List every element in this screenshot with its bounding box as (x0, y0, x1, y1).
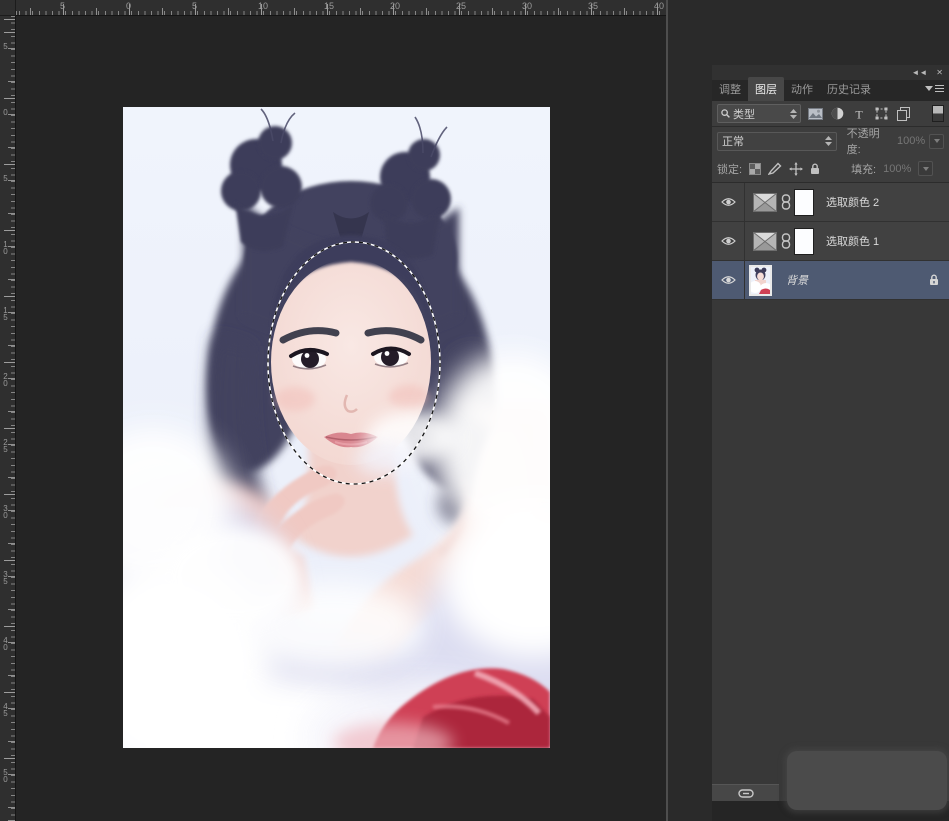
lock-all-icon[interactable] (810, 163, 820, 175)
layer-name[interactable]: 背景 (786, 272, 808, 288)
adjustment-layer-thumbnail[interactable] (753, 193, 777, 212)
mask-link-icon[interactable] (779, 194, 792, 210)
panel-menu-icon[interactable] (925, 85, 944, 92)
ruler-label: 30 (522, 1, 532, 11)
fill-dropdown-icon[interactable] (918, 161, 933, 176)
visibility-eye-icon[interactable] (712, 183, 745, 221)
layer-name[interactable]: 选取颜色 2 (826, 194, 879, 210)
svg-text:T: T (855, 108, 863, 120)
layer-filter-row: 类型 T (712, 101, 949, 127)
ruler-label: 40 (1, 636, 9, 650)
lock-position-icon[interactable] (789, 162, 803, 176)
ruler-label: 25 (456, 1, 466, 11)
close-panel-icon[interactable]: ✕ (936, 69, 943, 77)
spinner-arrows-icon (825, 136, 832, 146)
ruler-label: 0 (126, 1, 131, 11)
tab-layers[interactable]: 图层 (748, 77, 784, 101)
horizontal-ruler[interactable]: 5 0 5 10 15 20 25 30 35 40 (16, 0, 666, 16)
fill-label: 填充: (851, 161, 876, 177)
opacity-label: 不透明度: (847, 125, 893, 157)
ruler-major-ticks (16, 4, 666, 15)
filter-shape-layers-icon[interactable] (873, 106, 889, 122)
collapse-panel-icon[interactable]: ◄◄ (911, 69, 927, 77)
ruler-label: 15 (1, 306, 9, 320)
canvas-image[interactable] (123, 107, 550, 748)
blend-mode-row: 正常 不透明度: 100% (712, 127, 949, 155)
ruler-label: 30 (1, 504, 9, 518)
ruler-label: 25 (1, 438, 9, 452)
vertical-ruler[interactable]: 505101520253035404550 (0, 16, 16, 821)
layers-panel: ◄◄ ✕ 调整 图层 动作 历史记录 类型 (712, 65, 949, 821)
ruler-label: 50 (1, 768, 9, 782)
tab-history[interactable]: 历史记录 (820, 77, 878, 101)
search-icon (721, 109, 730, 118)
fill-value[interactable]: 100% (883, 163, 911, 175)
ruler-label: 35 (1, 570, 9, 584)
ruler-label: 20 (1, 372, 9, 386)
link-layers-button[interactable] (712, 784, 779, 801)
document-window: 50510152025303540 505101520253035404550 (0, 0, 666, 821)
adjustment-layer-thumbnail[interactable] (753, 232, 777, 251)
layers-empty-area (712, 300, 949, 784)
blend-mode-value: 正常 (722, 133, 825, 149)
ruler-label: 40 (654, 1, 664, 11)
link-layers-icon (738, 789, 754, 798)
ruler-label: 15 (324, 1, 334, 11)
visibility-eye-icon[interactable] (712, 261, 745, 299)
tab-actions[interactable]: 动作 (784, 77, 820, 101)
background-lock-icon (929, 274, 939, 286)
layer-name[interactable]: 选取颜色 1 (826, 233, 879, 249)
layers-panel-body: 类型 T (712, 101, 949, 821)
filter-type-layers-icon[interactable]: T (851, 106, 867, 122)
layer-mask-thumbnail[interactable] (794, 228, 814, 255)
lock-transparency-icon[interactable] (749, 163, 761, 175)
lock-label: 锁定: (717, 161, 742, 177)
filter-smart-objects-icon[interactable] (895, 106, 911, 122)
filter-type-label: 类型 (733, 106, 787, 122)
lock-paint-icon[interactable] (768, 162, 782, 175)
lock-row: 锁定: (712, 155, 949, 183)
panel-tab-bar: 调整 图层 动作 历史记录 (712, 80, 949, 101)
document-window-edge (666, 0, 668, 821)
filter-adjustment-layers-icon[interactable] (829, 106, 845, 122)
opacity-value[interactable]: 100% (897, 135, 925, 147)
ruler-label: 10 (258, 1, 268, 11)
layer-mask-thumbnail[interactable] (794, 189, 814, 216)
filter-toggle-switch[interactable] (932, 105, 944, 122)
layer-row-background[interactable]: 背景 (712, 261, 949, 300)
ruler-label: 5 (60, 1, 65, 11)
ruler-label: 10 (1, 240, 9, 254)
filter-type-select[interactable]: 类型 (717, 104, 801, 123)
ruler-label: 5 (1, 42, 9, 49)
ruler-label: 35 (588, 1, 598, 11)
ruler-label: 5 (1, 174, 9, 181)
background-layer-thumbnail[interactable] (749, 265, 772, 296)
layer-row-selective-color-2[interactable]: 选取颜色 2 (712, 183, 949, 222)
ruler-major-ticks (4, 16, 15, 821)
ruler-label: 0 (1, 108, 9, 115)
ruler-label: 45 (1, 702, 9, 716)
blend-mode-select[interactable]: 正常 (717, 132, 837, 151)
layer-row-selective-color-1[interactable]: 选取颜色 1 (712, 222, 949, 261)
visibility-eye-icon[interactable] (712, 222, 745, 260)
spinner-arrows-icon (790, 109, 797, 119)
ruler-label: 20 (390, 1, 400, 11)
tab-adjustments[interactable]: 调整 (712, 77, 748, 101)
ruler-corner[interactable] (0, 0, 16, 16)
opacity-dropdown-icon[interactable] (929, 134, 944, 149)
watermark-blob (787, 751, 947, 810)
filter-pixel-layers-icon[interactable] (807, 106, 823, 122)
ruler-label: 5 (192, 1, 197, 11)
layers-list: 选取颜色 2 (712, 183, 949, 300)
mask-link-icon[interactable] (779, 233, 792, 249)
